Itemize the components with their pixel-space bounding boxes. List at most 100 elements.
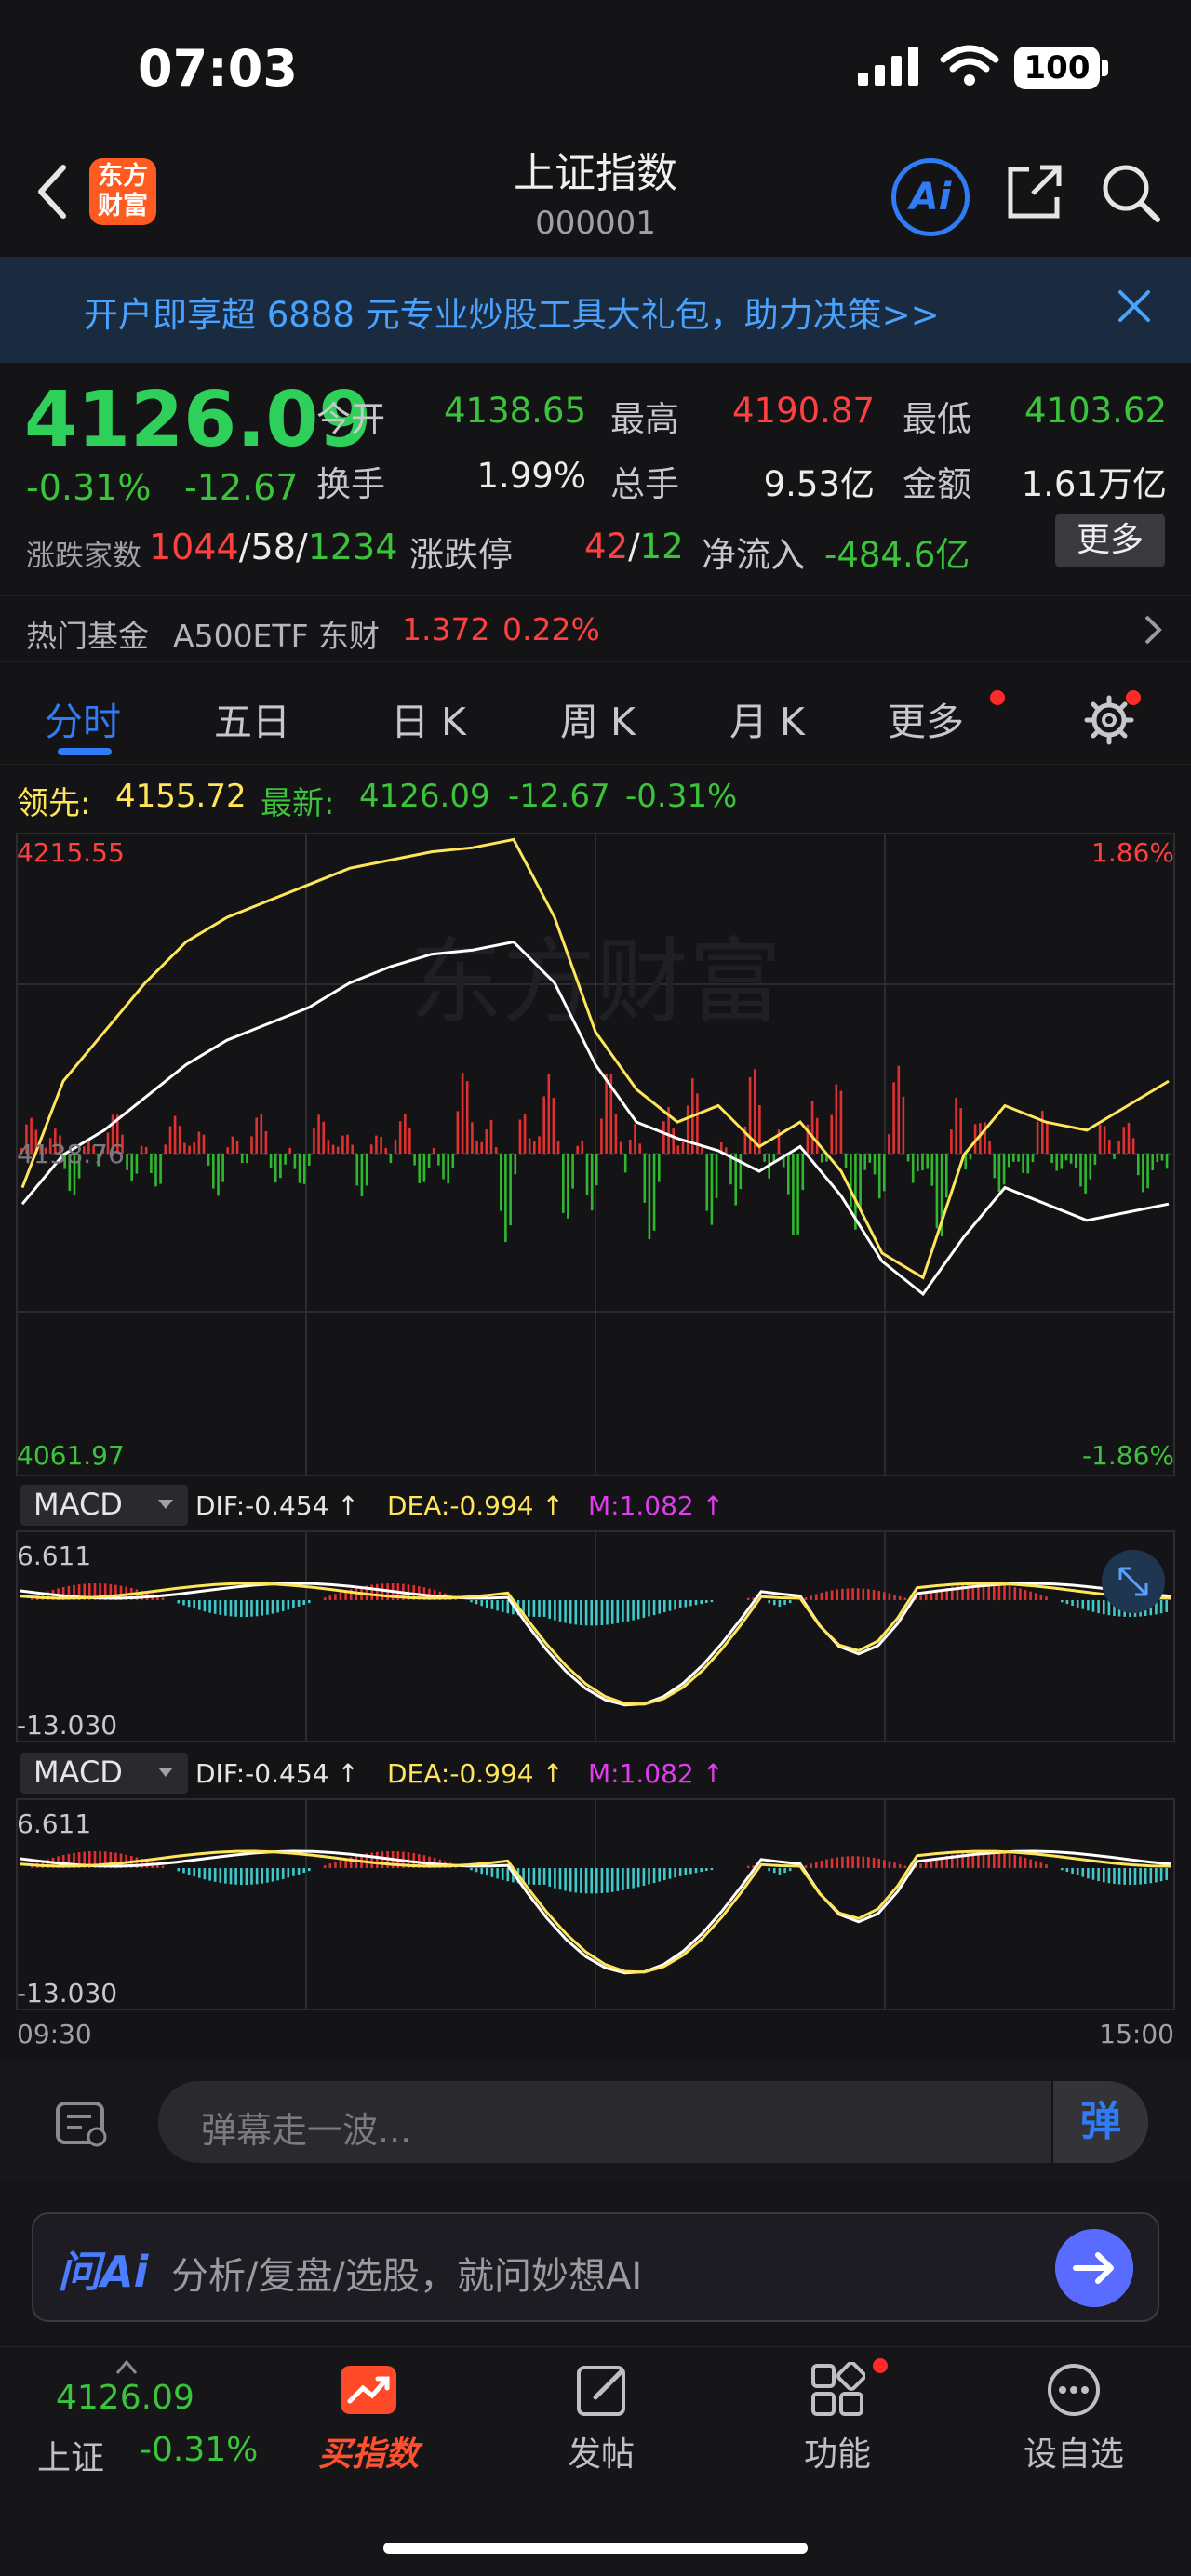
volume-bar: [465, 1081, 469, 1154]
macd-bar: [700, 1868, 703, 1873]
macd-bar: [652, 1600, 656, 1616]
macd-bar: [903, 1597, 907, 1601]
volume-bar: [528, 1138, 531, 1154]
volume-bar: [801, 1154, 805, 1191]
ask-ai-bar: 问Ai 分析/复盘/选股，就问妙想AI: [0, 2186, 1191, 2344]
buy-index-icon[interactable]: [339, 2364, 398, 2416]
danmu-input[interactable]: 弹幕走一波... 弹: [158, 2081, 1148, 2163]
volume-bar: [144, 1146, 148, 1155]
volume-bar: [567, 1154, 569, 1219]
volume-bar: [926, 1154, 929, 1169]
volume-bar: [542, 1096, 545, 1154]
macd-bar: [663, 1868, 666, 1881]
macd-bar: [328, 1863, 332, 1868]
macd-bottom-label: -13.030: [17, 1710, 117, 1741]
macd-bar: [1029, 1591, 1032, 1601]
volume-bar: [930, 1154, 934, 1186]
index-name[interactable]: 上证: [37, 2431, 104, 2479]
macd-bar: [1029, 1859, 1032, 1869]
hot-fund-row[interactable]: 热门基金 A500ETF 东财 1.372 0.22%: [0, 595, 1191, 662]
promo-banner[interactable]: 开户即享超 6888 元专业炒股工具大礼包，助力决策>>: [0, 257, 1191, 363]
macd-bar: [1103, 1600, 1105, 1615]
macd-bar: [182, 1868, 185, 1874]
ask-ai-submit-button[interactable]: [1055, 2229, 1133, 2307]
index-percent[interactable]: -0.31%: [140, 2431, 258, 2469]
watchlist-label[interactable]: 设自选: [990, 2427, 1158, 2476]
close-icon[interactable]: [1113, 285, 1156, 327]
macd-bar: [825, 1591, 828, 1601]
macd-bar: [266, 1600, 269, 1615]
volume-bar: [509, 1154, 512, 1226]
macd-bar: [564, 1868, 567, 1891]
more-button[interactable]: 更多: [1055, 514, 1165, 567]
macd-bar: [924, 1594, 928, 1601]
danmu-settings-icon[interactable]: [54, 2098, 110, 2150]
volume-bar: [331, 1144, 335, 1154]
ai-assistant-button[interactable]: Ai: [891, 158, 970, 236]
volume-bar: [1165, 1154, 1169, 1169]
macd-bar: [506, 1600, 510, 1614]
volume-bar: [556, 1141, 560, 1155]
macd-bar: [370, 1584, 373, 1600]
volume-bar: [130, 1154, 133, 1181]
macd-bar: [689, 1868, 692, 1875]
volume-bar: [284, 1154, 287, 1165]
volume-bar: [906, 1154, 910, 1162]
volume-bar: [959, 1108, 962, 1154]
volume-label: 总手: [610, 464, 679, 504]
change-percent: -0.31%: [26, 467, 152, 508]
share-icon[interactable]: [1005, 162, 1064, 221]
more-options-icon[interactable]: [1046, 2362, 1102, 2418]
tab-daily-k[interactable]: 日 K: [391, 690, 466, 746]
volume-bar: [369, 1144, 373, 1155]
macd-bar: [203, 1868, 207, 1880]
status-bar: 07:03 100: [0, 0, 1191, 140]
volume-bar: [1131, 1138, 1135, 1155]
volume-bar: [969, 1154, 972, 1160]
macd-bar: [788, 1600, 792, 1604]
volume-bar: [1012, 1154, 1015, 1162]
volume-bar: [997, 1154, 1001, 1192]
post-icon[interactable]: [575, 2362, 631, 2418]
macd-bar: [240, 1868, 243, 1885]
volume-bar: [1113, 1154, 1116, 1159]
macd-bar: [773, 1868, 776, 1874]
volume-bar: [322, 1121, 325, 1155]
search-icon[interactable]: [1100, 162, 1161, 223]
macd-bar: [668, 1868, 672, 1879]
banner-text[interactable]: 开户即享超 6888 元专业炒股工具大礼包，助力决策>>: [84, 287, 940, 337]
volume-bar: [1108, 1140, 1111, 1155]
tab-five-day[interactable]: 五日: [214, 690, 290, 746]
post-label[interactable]: 发帖: [517, 2427, 685, 2476]
features-icon[interactable]: [810, 2362, 865, 2418]
macd-bar: [381, 1583, 384, 1601]
ask-ai-input[interactable]: 问Ai 分析/复盘/选股，就问妙想AI: [32, 2212, 1159, 2322]
fund-price: 1.372: [402, 611, 490, 647]
tab-weekly-k[interactable]: 周 K: [560, 690, 636, 746]
macd-bar: [177, 1600, 181, 1604]
macd-bar: [245, 1868, 248, 1885]
limit-label: 涨跌停: [409, 535, 513, 575]
volume-bar: [231, 1136, 234, 1154]
back-icon[interactable]: [33, 162, 71, 221]
macd-bar: [584, 1868, 588, 1894]
volume-bar: [150, 1154, 153, 1173]
tab-intraday[interactable]: 分时: [45, 690, 121, 746]
intraday-chart[interactable]: 东方财富 4215.55 4138.76 4061.97 1.86% -1.86…: [0, 828, 1191, 2056]
macd-label: MACD: [33, 1755, 123, 1790]
open-label: 今开: [316, 399, 385, 439]
macd-bar: [203, 1600, 207, 1612]
buy-index-label[interactable]: 买指数: [285, 2427, 452, 2476]
volume-bar: [917, 1154, 919, 1172]
macd-bar: [542, 1868, 546, 1885]
tab-more[interactable]: 更多: [888, 690, 964, 746]
macd-bar: [323, 1597, 327, 1601]
danmu-send-button[interactable]: 弹: [1051, 2081, 1148, 2163]
features-label[interactable]: 功能: [754, 2427, 921, 2476]
tab-monthly-k[interactable]: 月 K: [729, 690, 805, 746]
breadth-values: 1044/58/1234: [149, 527, 398, 567]
status-time: 07:03: [138, 39, 298, 98]
index-price[interactable]: 4126.09: [56, 2379, 194, 2417]
volume-bar: [614, 1114, 618, 1154]
macd-bar: [1045, 1864, 1048, 1868]
